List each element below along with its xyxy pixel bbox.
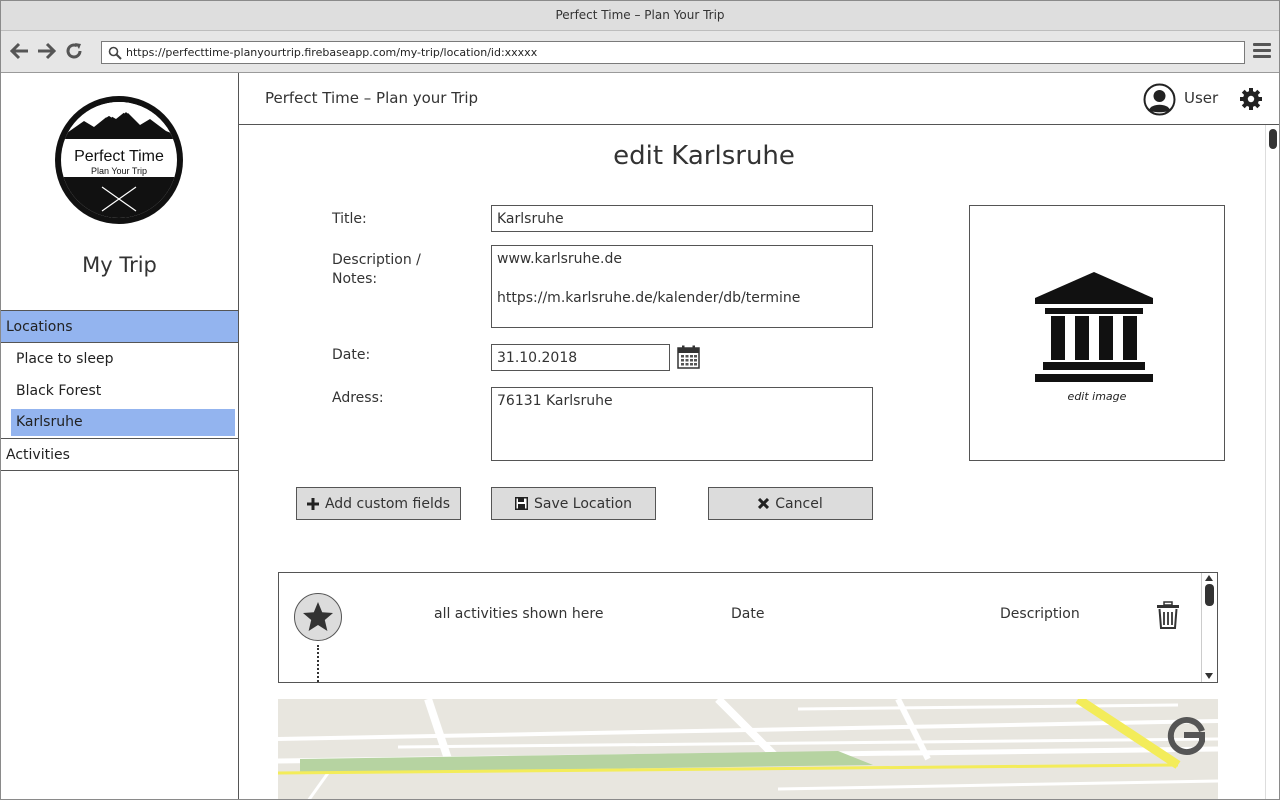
- add-custom-fields-label: Add custom fields: [324, 495, 451, 512]
- timeline-connector: [317, 645, 319, 682]
- map-graphic: [278, 699, 1218, 799]
- trash-icon[interactable]: [1156, 601, 1180, 629]
- url-input[interactable]: [126, 44, 1236, 61]
- page-title: edit Karlsruhe: [613, 141, 795, 171]
- app-logo: Perfect Time Plan Your Trip: [55, 96, 183, 224]
- save-location-label: Save Location: [533, 495, 633, 512]
- title-field[interactable]: [491, 205, 873, 232]
- browser-toolbar: [1, 31, 1279, 73]
- activities-column-description: Description: [1000, 606, 1080, 622]
- window-title: Perfect Time – Plan Your Trip: [1, 1, 1279, 31]
- save-disk-icon: [514, 497, 528, 510]
- user-avatar-icon[interactable]: [1143, 83, 1176, 116]
- save-location-button[interactable]: Save Location: [491, 487, 656, 520]
- sidebar-heading: My Trip: [82, 253, 157, 277]
- landmark-icon: [1035, 272, 1153, 382]
- logo-subtitle: Plan Your Trip: [91, 166, 147, 176]
- activities-scrollbar-thumb[interactable]: [1205, 584, 1214, 606]
- sidebar-section-locations[interactable]: Locations: [1, 310, 238, 343]
- scroll-down-icon[interactable]: [1205, 673, 1213, 679]
- close-icon: [758, 498, 770, 509]
- scroll-up-icon[interactable]: [1205, 575, 1213, 581]
- sidebar-section-activities[interactable]: Activities: [1, 438, 238, 471]
- page-scrollbar[interactable]: [1265, 125, 1279, 799]
- title-label: Title:: [332, 211, 367, 227]
- back-arrow-icon[interactable]: [9, 41, 31, 63]
- user-label[interactable]: User: [1184, 89, 1218, 107]
- address-bar[interactable]: [101, 41, 1245, 64]
- app-header: Perfect Time – Plan your Trip User: [239, 73, 1279, 125]
- cancel-label: Cancel: [775, 495, 823, 512]
- reload-icon[interactable]: [63, 41, 85, 63]
- location-image[interactable]: edit image: [969, 205, 1225, 461]
- browser-menu-icon[interactable]: [1253, 43, 1271, 61]
- browser-window: Perfect Time – Plan Your Trip https://pe…: [0, 0, 1280, 800]
- date-field[interactable]: [491, 344, 670, 371]
- add-custom-fields-button[interactable]: Add custom fields: [296, 487, 461, 520]
- search-icon: [108, 46, 122, 60]
- sidebar-item-black-forest[interactable]: Black Forest: [11, 378, 235, 405]
- address-field[interactable]: 76131 Karlsruhe: [491, 387, 873, 461]
- location-map[interactable]: [278, 699, 1218, 799]
- gear-icon[interactable]: [1239, 87, 1263, 111]
- activities-list[interactable]: all activities shown here Date Descripti…: [278, 572, 1218, 683]
- description-field[interactable]: www.karlsruhe.de https://m.karlsruhe.de/…: [491, 245, 873, 328]
- activity-marker[interactable]: [294, 593, 342, 641]
- edit-image-link[interactable]: edit image: [970, 390, 1224, 403]
- forward-arrow-icon[interactable]: [35, 41, 57, 63]
- description-label: Description / Notes:: [332, 252, 421, 287]
- calendar-icon[interactable]: [677, 345, 700, 369]
- activities-scrollbar[interactable]: [1201, 573, 1217, 682]
- cancel-button[interactable]: Cancel: [708, 487, 873, 520]
- address-label: Adress:: [332, 390, 384, 406]
- sidebar: Perfect Time Plan Your Trip My Trip Loca…: [1, 73, 239, 799]
- page-scrollbar-thumb[interactable]: [1269, 129, 1277, 149]
- activities-column-date: Date: [731, 606, 765, 622]
- star-icon: [303, 602, 333, 631]
- sidebar-item-karlsruhe[interactable]: Karlsruhe: [11, 409, 235, 436]
- sidebar-item-place-to-sleep[interactable]: Place to sleep: [11, 346, 235, 373]
- date-label: Date:: [332, 347, 371, 363]
- logo-title: Perfect Time: [74, 148, 164, 165]
- plus-icon: [306, 497, 319, 510]
- app-title: Perfect Time – Plan your Trip: [265, 89, 479, 107]
- activities-column-title: all activities shown here: [434, 606, 604, 622]
